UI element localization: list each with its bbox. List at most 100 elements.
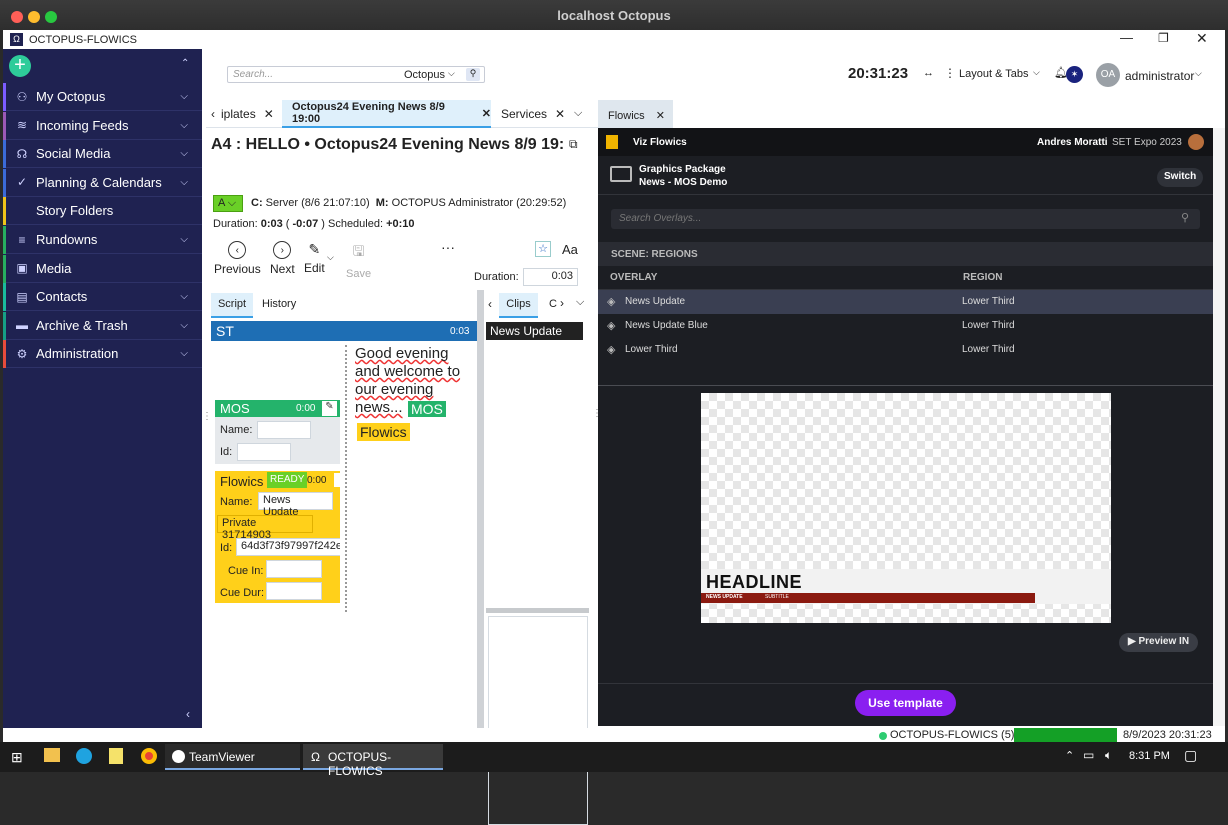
mos-name-field[interactable] bbox=[257, 421, 311, 439]
chevron-down-icon[interactable]: ⌵ bbox=[180, 91, 188, 102]
edit-button[interactable]: ✎ Edit bbox=[304, 241, 325, 275]
search-icon[interactable]: ⚲ bbox=[1181, 211, 1189, 224]
chrome-icon[interactable] bbox=[141, 748, 157, 764]
flowics-private-field[interactable]: Private 31714903 bbox=[217, 515, 313, 541]
tab-script[interactable]: Script bbox=[211, 293, 253, 318]
overlay-search[interactable]: Search Overlays... ⚲ bbox=[611, 209, 1200, 229]
flowics-element[interactable]: Flowics READY 0:00 Name: News Update Pri… bbox=[215, 471, 340, 603]
sidebar-item-my-octopus[interactable]: ⚇ My Octopus ⌵ bbox=[3, 83, 202, 111]
sidebar-item-incoming-feeds[interactable]: ≋ Incoming Feeds ⌵ bbox=[3, 111, 202, 140]
mos-element[interactable]: MOS 0:00 ✎ Name: Id: bbox=[215, 400, 340, 464]
flowics-name-field[interactable]: News Update bbox=[258, 492, 333, 518]
overlay-row[interactable]: ◈ News Update Lower Third bbox=[598, 290, 1213, 314]
avatar[interactable]: OA bbox=[1096, 63, 1120, 87]
chevron-down-icon[interactable]: ⌵ bbox=[180, 291, 188, 302]
chevron-down-icon[interactable]: ⌵ bbox=[327, 252, 334, 263]
mos-id-field[interactable] bbox=[237, 443, 291, 461]
next-button[interactable]: › Next bbox=[270, 241, 295, 276]
duration-input[interactable]: 0:03 bbox=[523, 268, 578, 286]
close-icon[interactable]: ✕ bbox=[1196, 30, 1208, 47]
tab-flowics[interactable]: Flowics ✕ bbox=[598, 100, 673, 128]
chevron-down-icon[interactable]: ⌵ bbox=[576, 296, 584, 309]
mos-tag[interactable]: MOS bbox=[408, 401, 446, 417]
chevron-right-icon[interactable]: › bbox=[560, 296, 564, 310]
star-icon[interactable]: ☆ bbox=[535, 241, 551, 257]
close-tab-icon[interactable]: ✕ bbox=[482, 107, 491, 120]
sidebar-item-social-media[interactable]: ☊ Social Media ⌵ bbox=[3, 140, 202, 169]
sidebar-item-story-folders[interactable]: Story Folders bbox=[3, 197, 202, 226]
tab-iplates[interactable]: ‹ iplates ✕ bbox=[211, 100, 283, 128]
user-avatar[interactable] bbox=[1188, 134, 1204, 150]
use-template-button[interactable]: Use template bbox=[855, 690, 956, 716]
taskbar-teamviewer[interactable]: TeamViewer bbox=[165, 744, 300, 770]
drag-handle-icon[interactable]: ⋮ bbox=[202, 411, 212, 422]
chevron-down-icon[interactable]: ⌵ bbox=[180, 148, 188, 159]
preview-in-button[interactable]: ▶ Preview IN bbox=[1119, 633, 1199, 652]
tab-c[interactable]: C bbox=[549, 298, 557, 310]
taskbar-octopus[interactable]: Ω OCTOPUS-FLOWICS bbox=[303, 744, 443, 778]
overlay-search-input[interactable]: Search Overlays... bbox=[619, 213, 701, 224]
search-input[interactable]: Search... bbox=[233, 69, 273, 80]
tab-services[interactable]: Services ✕ bbox=[501, 100, 565, 128]
save-button[interactable]: 🖫︎ Save bbox=[346, 241, 371, 280]
resize-icon[interactable]: ↔ bbox=[923, 67, 934, 79]
close-tab-icon[interactable]: ✕ bbox=[264, 107, 274, 121]
more-icon[interactable]: ··· bbox=[441, 239, 455, 255]
collapse-sidebar-icon[interactable]: ‹ bbox=[186, 707, 190, 721]
status-select[interactable]: A ⌵ bbox=[213, 195, 243, 212]
chevron-down-icon[interactable]: ⌵ bbox=[180, 120, 188, 131]
minimize-icon[interactable]: — bbox=[1120, 30, 1133, 45]
chevron-left-icon[interactable]: ‹ bbox=[211, 107, 215, 121]
volume-icon[interactable]: 🔈︎ bbox=[1105, 748, 1112, 763]
clips-splitter[interactable] bbox=[486, 608, 589, 613]
global-search[interactable]: Search... Octopus ⌵ ⚲ bbox=[227, 66, 485, 83]
sidebar-item-rundowns[interactable]: ≡ Rundowns ⌵ bbox=[3, 226, 202, 254]
external-link-icon[interactable]: ⧉ bbox=[569, 137, 578, 152]
close-tab-icon[interactable]: ✕ bbox=[555, 107, 565, 121]
sidebar-item-archive-trash[interactable]: ▬ Archive & Trash ⌵ bbox=[3, 311, 202, 340]
add-icon[interactable]: + bbox=[9, 55, 31, 77]
sidebar-item-contacts[interactable]: ▤ Contacts ⌵ bbox=[3, 283, 202, 312]
overlay-row[interactable]: ◈ News Update Blue Lower Third bbox=[598, 314, 1213, 338]
previous-button[interactable]: ‹ Previous bbox=[214, 241, 261, 276]
flowics-tag[interactable]: Flowics bbox=[357, 423, 410, 441]
pane-splitter[interactable] bbox=[477, 290, 484, 728]
restore-icon[interactable]: ❐ bbox=[1158, 31, 1169, 45]
sidebar-item-media[interactable]: ▣ Media bbox=[3, 254, 202, 283]
notification-center-icon[interactable]: ▢ bbox=[1184, 747, 1197, 764]
chevron-left-icon[interactable]: ‹ bbox=[488, 297, 492, 311]
user-name[interactable]: administrator bbox=[1125, 69, 1194, 83]
close-tab-icon[interactable]: ✕ bbox=[656, 110, 665, 122]
notification-badge[interactable]: ✶ bbox=[1066, 66, 1083, 83]
edit-icon[interactable] bbox=[334, 473, 340, 487]
chevron-down-icon[interactable]: ⌵ bbox=[180, 234, 188, 245]
search-scope-select[interactable]: Octopus bbox=[404, 69, 445, 81]
file-explorer-icon[interactable] bbox=[44, 748, 60, 762]
overlay-row[interactable]: ◈ Lower Third Lower Third bbox=[598, 338, 1213, 362]
sidebar-item-administration[interactable]: ⚙ Administration ⌵ bbox=[3, 340, 202, 369]
flowics-id-field[interactable]: 64d3f73f97997f242e bbox=[236, 538, 340, 556]
sidebar-item-planning-calendars[interactable]: ✓ Planning & Calendars ⌵ bbox=[3, 168, 202, 197]
scrollbar[interactable] bbox=[1213, 128, 1225, 726]
font-size-icon[interactable]: Aa bbox=[562, 242, 578, 257]
network-icon[interactable]: ▭ bbox=[1083, 748, 1094, 762]
chevron-down-icon[interactable]: ⌵ bbox=[180, 320, 188, 331]
search-icon[interactable]: ⚲ bbox=[466, 68, 480, 81]
chevron-down-icon[interactable]: ⌵ bbox=[180, 348, 188, 359]
cue-dur-field[interactable] bbox=[266, 582, 322, 600]
tab-clips[interactable]: Clips bbox=[499, 293, 538, 318]
tray-up-icon[interactable]: ⌃ bbox=[1065, 749, 1074, 762]
tab-history[interactable]: History bbox=[262, 293, 296, 315]
layout-tabs-button[interactable]: Layout & Tabs bbox=[959, 68, 1029, 80]
windows-start-icon[interactable]: ⊞ bbox=[11, 749, 23, 766]
notes-icon[interactable] bbox=[109, 748, 123, 764]
chevron-down-icon[interactable]: ⌵ bbox=[574, 107, 582, 120]
tab-evening-news[interactable]: Octopus24 Evening News 8/9 19:00 ✕ bbox=[282, 100, 491, 128]
clip-item[interactable]: News Update bbox=[486, 322, 583, 340]
switch-button[interactable]: Switch bbox=[1157, 168, 1204, 187]
user-menu-chevron-icon[interactable]: ⌵ bbox=[1195, 68, 1202, 79]
edge-icon[interactable] bbox=[76, 748, 92, 764]
cue-in-field[interactable] bbox=[266, 560, 322, 578]
edit-icon[interactable]: ✎ bbox=[322, 401, 337, 416]
collapse-up-icon[interactable]: ⌃ bbox=[181, 58, 189, 69]
